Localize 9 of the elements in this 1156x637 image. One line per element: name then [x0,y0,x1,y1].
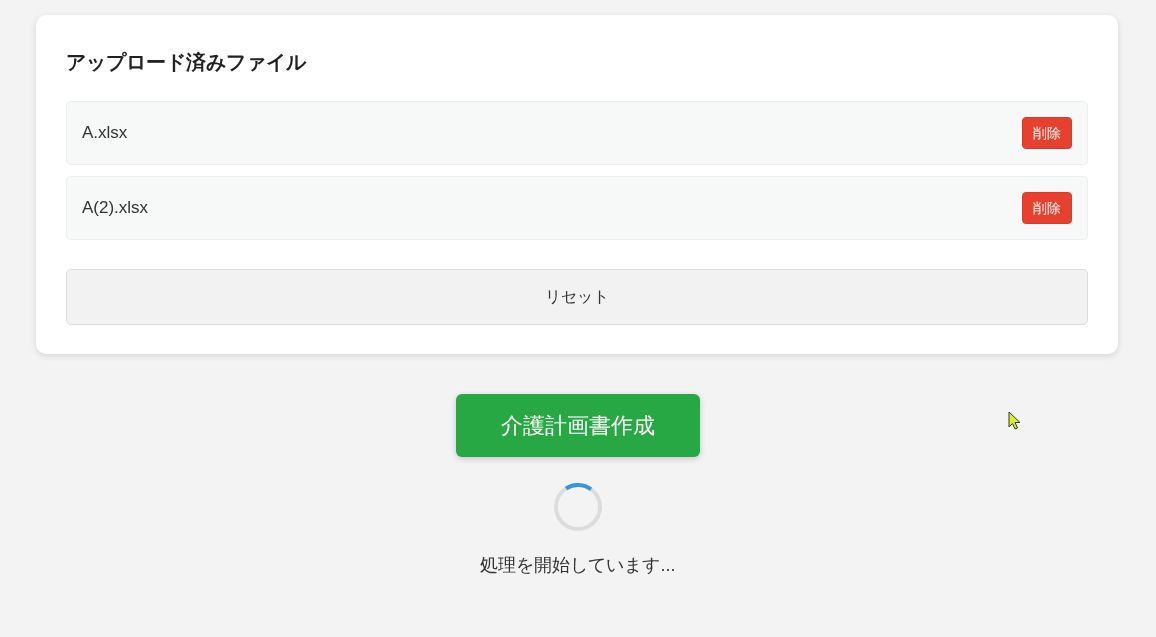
delete-button[interactable]: 削除 [1022,117,1072,149]
status-message: 処理を開始しています... [480,554,676,577]
delete-button[interactable]: 削除 [1022,192,1072,224]
file-name: A(2).xlsx [82,197,149,220]
mouse-cursor-icon [1008,411,1021,430]
reset-button[interactable]: リセット [66,269,1088,325]
file-name: A.xlsx [82,122,128,145]
create-plan-button[interactable]: 介護計画書作成 [456,394,700,457]
card-title: アップロード済みファイル [66,50,308,75]
